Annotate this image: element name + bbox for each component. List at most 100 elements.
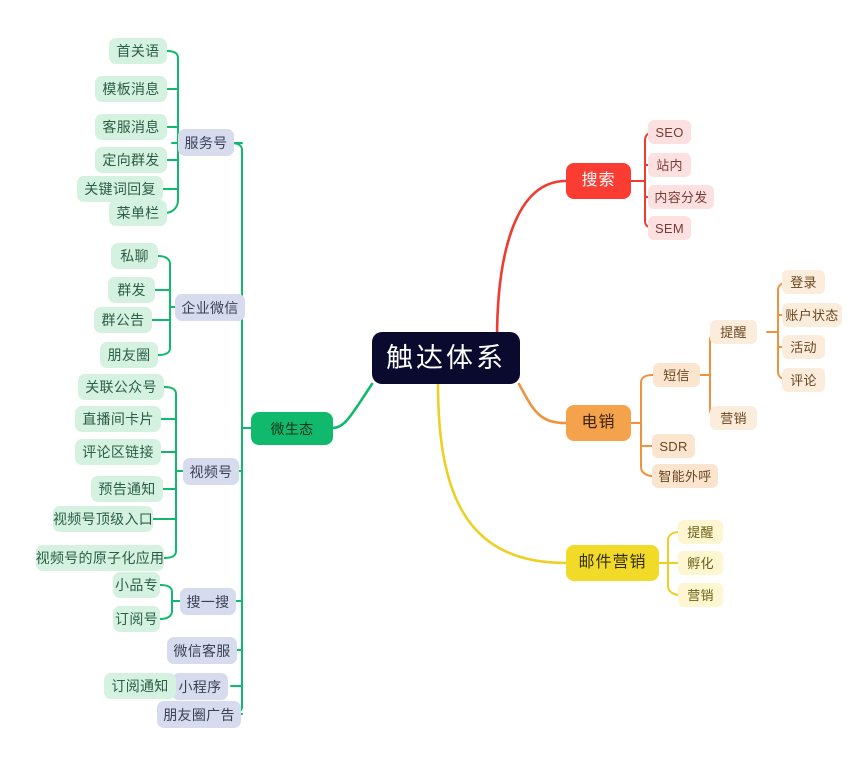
leaf-sousuo-1[interactable]: SEO	[648, 120, 691, 144]
branch-node-weishengtai[interactable]: 微生态	[251, 412, 333, 445]
edge-shipinhao-1	[163, 386, 177, 395]
node-sdr-label: SDR	[659, 438, 688, 454]
leaf-shipinhao-2-label: 直播间卡片	[82, 411, 154, 427]
node-pengyouquan-guanggao-label: 朋友圈广告	[163, 706, 235, 723]
leaf-fuwuhao-5[interactable]: 关键词回复	[77, 176, 163, 202]
leaf-sousuo-1-label: SEO	[655, 124, 684, 140]
leaf-sousuo-2[interactable]: 站内	[648, 153, 691, 177]
node-weixinkefu[interactable]: 微信客服	[167, 637, 237, 664]
leaf-qiyeweixin-1[interactable]: 私聊	[111, 243, 158, 269]
node-xiaochengxu-label: 小程序	[178, 678, 222, 695]
node-sdr[interactable]: SDR	[652, 434, 695, 458]
leaf-souyisou-1[interactable]: 小品专	[113, 572, 160, 598]
leaf-tixing-4-label: 评论	[790, 372, 817, 388]
leaf-fuwuhao-6-label: 菜单栏	[116, 205, 160, 221]
leaf-shipinhao-5-label: 视频号顶级入口	[52, 511, 154, 527]
leaf-qiyeweixin-3[interactable]: 群公告	[94, 307, 152, 333]
leaf-souyisou-2-label: 订阅号	[115, 611, 158, 627]
leaf-fuwuhao-4-label: 定向群发	[102, 152, 160, 168]
leaf-shipinhao-1[interactable]: 关联公众号	[78, 374, 164, 400]
edge-root-youjian	[436, 382, 568, 565]
leaf-qiyeweixin-4[interactable]: 朋友圈	[100, 342, 158, 368]
leaf-sousuo-3[interactable]: 内容分发	[648, 185, 714, 209]
edge-shipinhao-6	[163, 550, 177, 559]
leaf-sousuo-4[interactable]: SEM	[648, 216, 691, 240]
node-tixing[interactable]: 提醒	[710, 320, 757, 344]
node-weixinkefu-label: 微信客服	[173, 642, 231, 659]
leaf-tixing-4[interactable]: 评论	[782, 368, 825, 392]
leaf-shipinhao-4-label: 预告通知	[98, 481, 156, 497]
leaf-shipinhao-3-label: 评论区链接	[82, 444, 154, 460]
node-pengyouquan-guanggao[interactable]: 朋友圈广告	[157, 701, 241, 728]
node-shipinhao[interactable]: 视频号	[183, 458, 239, 485]
node-tixing-label: 提醒	[720, 324, 747, 340]
branch-node-dianxiao[interactable]: 电销	[566, 405, 631, 441]
leaf-xiaochengxu-1[interactable]: 订阅通知	[104, 673, 176, 699]
leaf-fuwuhao-6[interactable]: 菜单栏	[109, 200, 167, 226]
leaf-fuwuhao-3-label: 客服消息	[102, 119, 160, 135]
edge-root-sousuo	[495, 179, 568, 342]
leaf-youjian-1[interactable]: 提醒	[678, 520, 723, 544]
node-duanxin-label: 短信	[663, 367, 690, 383]
leaf-xiaochengxu-1-label: 订阅通知	[111, 678, 169, 694]
leaf-youjian-3-label: 营销	[687, 587, 714, 603]
leaf-tixing-3[interactable]: 活动	[782, 335, 825, 359]
leaf-qiyeweixin-2-label: 群发	[117, 282, 146, 298]
edge-fuwuhao-1	[166, 50, 179, 59]
root-node-reach-system[interactable]: 触达体系	[372, 332, 520, 384]
leaf-fuwuhao-3[interactable]: 客服消息	[95, 114, 167, 140]
leaf-sousuo-3-label: 内容分发	[654, 189, 708, 205]
node-qiyeweixin[interactable]: 企业微信	[175, 294, 245, 321]
node-shipinhao-label: 视频号	[189, 463, 233, 480]
branch-node-sousuo[interactable]: 搜索	[566, 163, 631, 199]
node-souyisou[interactable]: 搜一搜	[180, 588, 236, 615]
node-zhinengwaihu-label: 智能外呼	[658, 468, 712, 484]
leaf-fuwuhao-5-label: 关键词回复	[84, 181, 156, 197]
edge-root-weishengtai	[331, 382, 374, 430]
leaf-shipinhao-1-label: 关联公众号	[85, 379, 157, 395]
leaf-tixing-2[interactable]: 账户状态	[782, 303, 842, 327]
leaf-shipinhao-4[interactable]: 预告通知	[91, 476, 163, 502]
leaf-youjian-2-label: 孵化	[687, 555, 714, 571]
leaf-fuwuhao-2[interactable]: 模板消息	[95, 76, 167, 102]
mind-map-canvas: 触达体系 微生态 服务号 首关语 模板消息 客服消息 定向群发 关键词回复 菜单…	[0, 0, 865, 771]
node-xiaochengxu[interactable]: 小程序	[172, 673, 228, 700]
leaf-tixing-1[interactable]: 登录	[782, 270, 825, 294]
leaf-qiyeweixin-1-label: 私聊	[120, 248, 149, 264]
leaf-fuwuhao-1-label: 首关语	[116, 43, 160, 59]
branch-node-youjianyingxiao-label: 邮件营销	[578, 554, 647, 571]
leaf-shipinhao-5[interactable]: 视频号顶级入口	[53, 506, 153, 532]
leaf-souyisou-2[interactable]: 订阅号	[113, 606, 160, 632]
branch-node-sousuo-label: 搜索	[581, 172, 616, 189]
leaf-sousuo-4-label: SEM	[654, 220, 685, 236]
leaf-tixing-1-label: 登录	[790, 274, 817, 290]
node-zhinengwaihu[interactable]: 智能外呼	[652, 464, 718, 488]
leaf-sousuo-2-label: 站内	[656, 157, 683, 173]
edge-qiyeweixin-1	[157, 255, 171, 265]
edge-qiyeweixin-4	[157, 347, 171, 356]
leaf-qiyeweixin-4-label: 朋友圈	[107, 347, 151, 363]
node-souyisou-label: 搜一搜	[186, 593, 230, 610]
edge-souyisou-1	[159, 584, 173, 593]
branch-node-dianxiao-label: 电销	[581, 414, 616, 431]
branch-node-youjianyingxiao[interactable]: 邮件营销	[566, 545, 659, 581]
leaf-shipinhao-6-label: 视频号的原子化应用	[35, 550, 165, 566]
node-yingxiao[interactable]: 营销	[710, 406, 757, 430]
leaf-shipinhao-3[interactable]: 评论区链接	[75, 439, 161, 465]
leaf-souyisou-1-label: 小品专	[115, 577, 158, 593]
leaf-fuwuhao-2-label: 模板消息	[102, 81, 160, 97]
node-duanxin[interactable]: 短信	[653, 363, 700, 387]
leaf-youjian-2[interactable]: 孵化	[678, 551, 723, 575]
leaf-fuwuhao-4[interactable]: 定向群发	[95, 147, 167, 173]
leaf-youjian-3[interactable]: 营销	[678, 583, 723, 607]
node-fuwuhao[interactable]: 服务号	[178, 129, 234, 156]
leaf-shipinhao-2[interactable]: 直播间卡片	[75, 406, 161, 432]
leaf-youjian-1-label: 提醒	[687, 524, 714, 540]
root-node-label: 触达体系	[386, 342, 506, 373]
leaf-fuwuhao-1[interactable]: 首关语	[109, 38, 167, 64]
branch-node-weishengtai-label: 微生态	[270, 420, 314, 437]
leaf-qiyeweixin-2[interactable]: 群发	[108, 277, 155, 303]
edge-souyisou-2	[159, 610, 173, 620]
edge-root-dianxiao	[517, 382, 568, 425]
leaf-shipinhao-6[interactable]: 视频号的原子化应用	[36, 545, 164, 571]
